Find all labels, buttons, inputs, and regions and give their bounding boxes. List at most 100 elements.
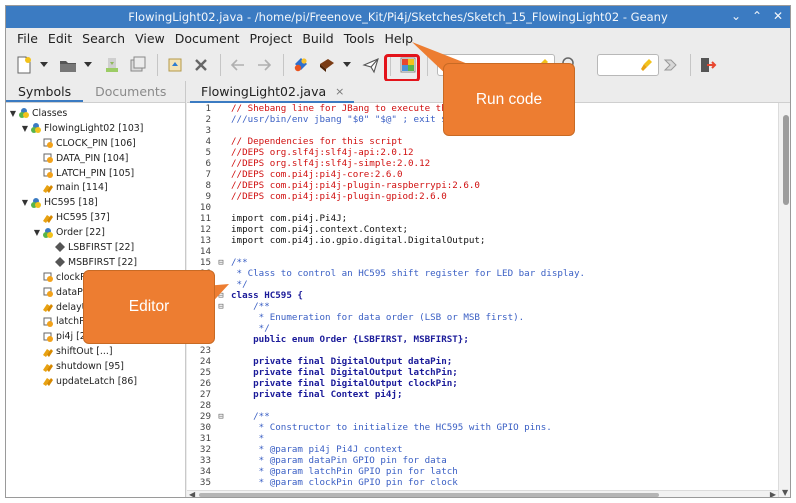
- quit-button[interactable]: [696, 53, 720, 77]
- expander-icon[interactable]: ▼: [32, 228, 42, 237]
- vertical-scrollbar[interactable]: ▼: [778, 103, 790, 497]
- menu-view[interactable]: View: [130, 31, 170, 46]
- new-file-dropdown[interactable]: [38, 53, 50, 77]
- code-line[interactable]: 11 import com.pi4j.Pi4J;: [187, 213, 777, 224]
- code-line[interactable]: 12 import com.pi4j.context.Context;: [187, 224, 777, 235]
- code-line[interactable]: 34 * @param latchPin GPIO pin for latch: [187, 466, 777, 477]
- code-line[interactable]: 9 //DEPS com.pi4j:pi4j-plugin-gpiod:2.6.0: [187, 191, 777, 202]
- expander-icon[interactable]: ▼: [20, 198, 30, 207]
- maximize-icon[interactable]: ⌃: [751, 9, 763, 23]
- code-line[interactable]: 23: [187, 345, 777, 356]
- code-line[interactable]: 18⊟class HC595 {: [187, 290, 777, 301]
- tree-item[interactable]: DATA_PIN [104]: [6, 151, 185, 166]
- tree-item[interactable]: LATCH_PIN [105]: [6, 166, 185, 181]
- close-file-button[interactable]: [189, 53, 213, 77]
- fold-marker-icon[interactable]: ⊟: [213, 258, 229, 268]
- tree-item[interactable]: shutdown [95]: [6, 359, 185, 374]
- code-line[interactable]: 29 ⊟ /**: [187, 411, 777, 422]
- code-line[interactable]: 27 private final Context pi4j;: [187, 389, 777, 400]
- new-file-button[interactable]: [12, 53, 36, 77]
- menu-search[interactable]: Search: [77, 31, 130, 46]
- editor-tab-flowinglight02[interactable]: FlowingLight02.java ×: [190, 81, 355, 103]
- code-line[interactable]: 19⊟ /**: [187, 301, 777, 312]
- title-bar: FlowingLight02.java - /home/pi/Freenove_…: [6, 6, 790, 28]
- code-line[interactable]: 20 * Enumeration for data order (LSB or …: [187, 312, 777, 323]
- tree-item-label: FlowingLight02 [103]: [44, 122, 144, 134]
- close-window-icon[interactable]: ✕: [772, 9, 784, 23]
- code-line[interactable]: 7 //DEPS com.pi4j:pi4j-core:2.6.0: [187, 169, 777, 180]
- code-line[interactable]: 24 private final DigitalOutput dataPin;: [187, 356, 777, 367]
- build-dropdown[interactable]: [341, 53, 353, 77]
- minimize-icon[interactable]: ⌄: [730, 9, 742, 23]
- code-text: */: [231, 279, 248, 290]
- code-line[interactable]: 8 //DEPS com.pi4j:pi4j-plugin-raspberrypi…: [187, 180, 777, 191]
- tree-item[interactable]: ▼ HC595 [18]: [6, 195, 185, 210]
- code-line[interactable]: 5 //DEPS org.slf4j:slf4j-api:2.0.12: [187, 147, 777, 158]
- scroll-left-icon[interactable]: ◀: [189, 490, 195, 497]
- scroll-right-icon[interactable]: ▶: [770, 490, 776, 497]
- tree-item[interactable]: CLOCK_PIN [106]: [6, 136, 185, 151]
- open-file-dropdown[interactable]: [82, 53, 94, 77]
- revert-button[interactable]: [163, 53, 187, 77]
- save-all-button[interactable]: [126, 53, 150, 77]
- tree-item[interactable]: ▼ Order [22]: [6, 225, 185, 240]
- build-button[interactable]: [315, 53, 339, 77]
- fold-marker-icon[interactable]: ⊟: [213, 412, 229, 422]
- tree-item[interactable]: ▼ Classes: [6, 106, 185, 121]
- scroll-down-icon[interactable]: ▼: [782, 488, 788, 497]
- tab-documents[interactable]: Documents: [83, 81, 178, 102]
- menu-build[interactable]: Build: [297, 31, 338, 46]
- code-area[interactable]: 1 // Shebang line for JBang to execute th…: [187, 103, 777, 491]
- tree-item[interactable]: LSBFIRST [22]: [6, 240, 185, 255]
- line-number: 34: [199, 466, 211, 477]
- tree-item[interactable]: ▼ FlowingLight02 [103]: [6, 121, 185, 136]
- code-line[interactable]: 13 import com.pi4j.io.gpio.digital.Digita…: [187, 235, 777, 246]
- code-line[interactable]: 14: [187, 246, 777, 257]
- forward-button[interactable]: [252, 53, 276, 77]
- code-line[interactable]: 16 * Class to control an HC595 shift reg…: [187, 268, 777, 279]
- code-line[interactable]: 35 * @param clockPin GPIO pin for clock: [187, 477, 777, 488]
- tree-item-label: LATCH_PIN [105]: [56, 167, 135, 179]
- goto-line-input[interactable]: [597, 53, 659, 76]
- clear-brush-icon[interactable]: [640, 58, 654, 72]
- tree-item-label: DATA_PIN [104]: [56, 152, 129, 164]
- jump-to-line-button[interactable]: [659, 53, 683, 77]
- close-tab-icon[interactable]: ×: [335, 85, 344, 98]
- tree-item[interactable]: main [114]: [6, 180, 185, 195]
- horizontal-scrollbar[interactable]: ◀ ▶: [187, 490, 778, 497]
- tab-symbols[interactable]: Symbols: [6, 81, 84, 102]
- code-line[interactable]: 25 private final DigitalOutput latchPin;: [187, 367, 777, 378]
- vertical-scroll-thumb[interactable]: [783, 115, 789, 205]
- tree-item[interactable]: MSBFIRST [22]: [6, 255, 185, 270]
- chevron-down-icon: [40, 61, 48, 67]
- save-button[interactable]: [100, 53, 124, 77]
- compile-button[interactable]: [289, 53, 313, 77]
- menu-document[interactable]: Document: [170, 31, 245, 46]
- menu-file[interactable]: File: [12, 31, 43, 46]
- code-line[interactable]: 21 */: [187, 323, 777, 334]
- code-line[interactable]: 10: [187, 202, 777, 213]
- horizontal-scroll-thumb[interactable]: [199, 493, 659, 497]
- code-line[interactable]: 28: [187, 400, 777, 411]
- run-button[interactable]: [359, 53, 383, 77]
- tree-item[interactable]: updateLatch [86]: [6, 374, 185, 389]
- code-line[interactable]: 32 * @param pi4j Pi4J context: [187, 444, 777, 455]
- code-line[interactable]: 22 public enum Order {LSBFIRST, MSBFIRST…: [187, 334, 777, 345]
- code-line[interactable]: 17 */: [187, 279, 777, 290]
- code-line[interactable]: 31 *: [187, 433, 777, 444]
- menu-tools[interactable]: Tools: [339, 31, 380, 46]
- expander-icon[interactable]: ▼: [20, 124, 30, 133]
- expander-icon[interactable]: ▼: [8, 109, 18, 118]
- menu-edit[interactable]: Edit: [43, 31, 77, 46]
- code-line[interactable]: 15 ⊟/**: [187, 257, 777, 268]
- tree-item[interactable]: HC595 [37]: [6, 210, 185, 225]
- code-line[interactable]: 6 //DEPS org.slf4j:slf4j-simple:2.0.12: [187, 158, 777, 169]
- code-line[interactable]: 33 * @param dataPin GPIO pin for data: [187, 455, 777, 466]
- menu-project[interactable]: Project: [245, 31, 298, 46]
- back-button[interactable]: [226, 53, 250, 77]
- tree-item[interactable]: shiftOut [...]: [6, 344, 185, 359]
- code-line[interactable]: 4 // Dependencies for this script: [187, 136, 777, 147]
- open-file-button[interactable]: [56, 53, 80, 77]
- code-line[interactable]: 26 private final DigitalOutput clockPin;: [187, 378, 777, 389]
- code-line[interactable]: 30 * Constructor to initialize the HC595…: [187, 422, 777, 433]
